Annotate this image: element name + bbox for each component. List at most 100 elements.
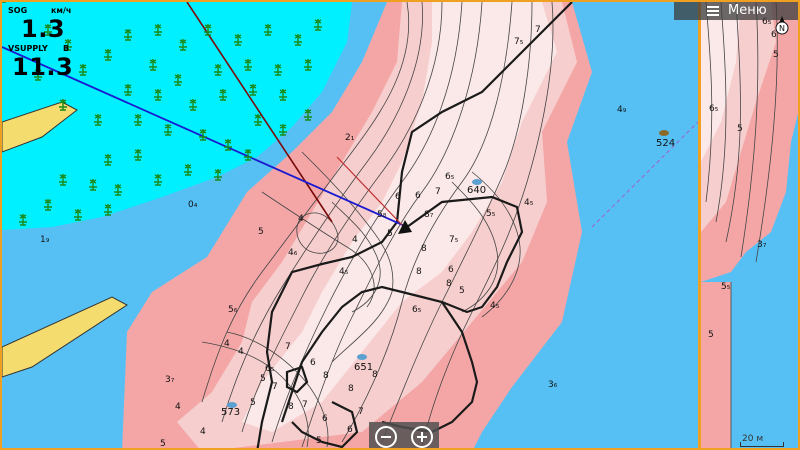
main-chart-pane[interactable]: 7 7₅ 6₅ 6 7 6 8₇ 5₅ 4₅ 5₈ 4 5 4 5 4₆ 4₅ 8 7₅ 6 8 8 5 6₅ 4₅ 5₆ 4 5 6…: [2, 2, 698, 450]
depth-label: 5₆: [228, 305, 238, 315]
depth-label: 1₉: [40, 235, 50, 245]
menu-label: Меню: [728, 3, 767, 18]
sog-value: 1.3: [21, 15, 66, 43]
zoom-in-button[interactable]: [411, 426, 433, 448]
waypoint-label[interactable]: 640: [467, 185, 486, 196]
side-chart-pane[interactable]: 6₅ 6 5 6₅ 5 3₇ 5₅ 5: [701, 2, 800, 450]
compass-letter: N: [779, 24, 785, 33]
vsupply-label: VSUPPLY: [8, 44, 48, 53]
vegetation-icon: [149, 59, 157, 71]
depth-label: 8: [421, 244, 427, 254]
plus-icon: [417, 432, 427, 442]
vegetation-icon: [214, 64, 222, 76]
depth-label: 7: [285, 342, 291, 352]
vegetation-icon: [189, 99, 197, 111]
side-depth-chart[interactable]: [701, 2, 800, 450]
vsupply-field: VSUPPLY В 11.3: [8, 42, 98, 82]
depth-label: 5: [160, 439, 166, 449]
vegetation-icon: [279, 124, 287, 136]
vegetation-icon: [249, 84, 257, 96]
depth-label: 5: [316, 436, 322, 446]
depth-label: 7: [302, 400, 308, 410]
vegetation-icon: [164, 124, 172, 136]
depth-label: 4₉: [617, 105, 627, 115]
vegetation-icon: [314, 19, 322, 31]
side-depth-label: 6₅: [709, 104, 719, 114]
vegetation-icon: [174, 74, 182, 86]
depth-label: 8: [446, 279, 452, 289]
depth-label: 4: [238, 347, 244, 357]
vegetation-icon: [134, 149, 142, 161]
zoom-out-button[interactable]: [375, 426, 397, 448]
depth-label: 4: [352, 235, 358, 245]
vegetation-icon: [179, 39, 187, 51]
vegetation-icon: [104, 154, 112, 166]
vegetation-icon: [184, 164, 192, 176]
compass-icon: N: [775, 16, 789, 35]
vegetation-icon: [294, 34, 302, 46]
vegetation-icon: [264, 24, 272, 36]
depth-label: 4: [298, 214, 304, 224]
depth-label: 2₁: [345, 133, 355, 143]
depth-label: 5₅: [486, 209, 496, 219]
vegetation-icon: [244, 149, 252, 161]
depth-chart[interactable]: [2, 2, 698, 450]
chart-frame: 7 7₅ 6₅ 6 7 6 8₇ 5₅ 4₅ 5₈ 4 5 4 5 4₆ 4₅ 8 7₅ 6 8 8 5 6₅ 4₅ 5₆ 4 5 6…: [0, 0, 800, 450]
vegetation-icon: [89, 179, 97, 191]
hamburger-icon: [707, 6, 719, 16]
sog-field: SOG км/ч 1.3: [8, 4, 98, 44]
depth-label: 4₅: [524, 198, 534, 208]
depth-label: 8: [323, 371, 329, 381]
depth-label: 6: [322, 414, 328, 424]
waypoint-label[interactable]: 524: [656, 138, 675, 149]
vegetation-icon: [104, 204, 112, 216]
vegetation-icon: [204, 24, 212, 36]
zoom-controls: [369, 422, 439, 448]
vegetation-icon: [244, 59, 252, 71]
depth-label: 5: [260, 374, 266, 384]
vegetation-icon: [254, 114, 262, 126]
minus-icon: [381, 436, 391, 438]
side-depth-label: 5₅: [721, 282, 731, 292]
north-compass[interactable]: N: [772, 16, 792, 36]
waypoint-label[interactable]: 573: [221, 407, 240, 418]
vegetation-icon: [124, 29, 132, 41]
depth-label: 6₅: [412, 305, 422, 315]
vegetation-icon: [274, 64, 282, 76]
sog-unit: км/ч: [51, 6, 72, 15]
vegetation-icon: [234, 34, 242, 46]
depth-label: 8: [288, 402, 294, 412]
depth-label: 5: [387, 229, 393, 239]
vegetation-icon: [304, 109, 312, 121]
waypoint-label[interactable]: 651: [354, 362, 373, 373]
depth-label: 5: [258, 227, 264, 237]
depth-label: 8₇: [424, 210, 434, 220]
side-depth-label: 3₇: [757, 240, 767, 250]
vegetation-icon: [59, 99, 67, 111]
vegetation-icon: [279, 89, 287, 101]
depth-label: 4₅: [339, 267, 349, 277]
vegetation-icon: [304, 59, 312, 71]
side-depth-label: 5: [773, 50, 779, 60]
depth-label: 6: [347, 425, 353, 435]
depth-label: 3₆: [548, 380, 558, 390]
depth-label: 6: [310, 358, 316, 368]
depth-label: 7₅: [449, 235, 459, 245]
vegetation-icon: [44, 199, 52, 211]
depth-label: 5: [459, 286, 465, 296]
depth-label: 7: [358, 407, 364, 417]
vegetation-icon: [224, 139, 232, 151]
vegetation-icon: [134, 114, 142, 126]
depth-label: 7: [435, 187, 441, 197]
depth-label: 6: [395, 192, 401, 202]
side-depth-label: 5: [708, 330, 714, 340]
scale-bar: [740, 442, 784, 447]
vsupply-value: 11.3: [12, 53, 74, 81]
vegetation-icon: [154, 89, 162, 101]
depth-label: 5₈: [377, 210, 387, 220]
depth-label: 6₅: [445, 172, 455, 182]
depth-label: 7: [535, 25, 541, 35]
depth-label: 7₅: [514, 37, 524, 47]
vegetation-icon: [124, 84, 132, 96]
vegetation-icon: [94, 114, 102, 126]
